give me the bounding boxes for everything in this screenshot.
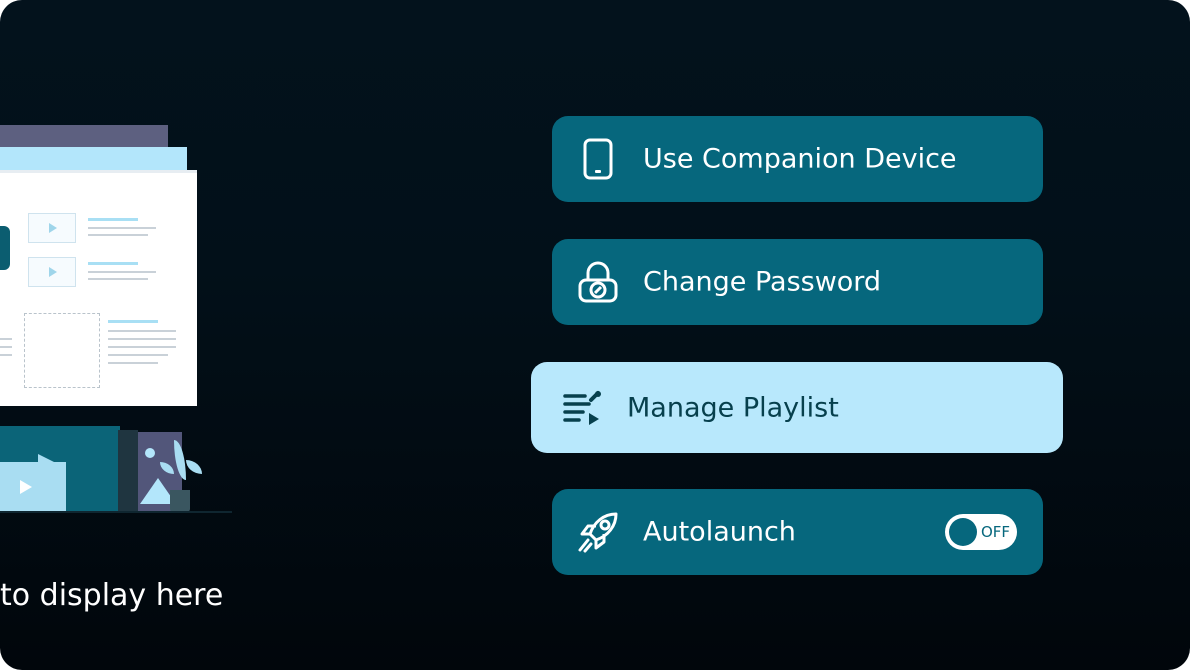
empty-state-message: to display here	[0, 578, 224, 613]
illustration-line	[0, 346, 12, 348]
toggle-state-label: OFF	[981, 523, 1011, 541]
video-folder-icon	[0, 454, 66, 512]
manage-playlist-label: Manage Playlist	[627, 392, 839, 423]
phone-icon	[576, 137, 620, 181]
autolaunch-toggle[interactable]: OFF	[945, 514, 1017, 550]
illustration-line	[108, 330, 176, 332]
illustration-line	[88, 227, 156, 229]
empty-state-illustration	[0, 0, 260, 530]
play-icon	[20, 480, 32, 494]
illustration-line	[108, 362, 158, 364]
plant-pot-icon	[170, 490, 190, 512]
illustration-person	[0, 226, 10, 270]
use-companion-device-button[interactable]: Use Companion Device	[552, 116, 1043, 202]
playlist-edit-icon	[561, 386, 605, 430]
illustration-line	[0, 354, 12, 356]
illustration-line	[88, 234, 148, 236]
toggle-knob	[949, 518, 977, 546]
illustration-floor	[0, 511, 232, 513]
video-thumbnail-icon	[28, 257, 76, 287]
illustration-line	[108, 338, 176, 340]
illustration-line	[108, 354, 168, 356]
illustration-placeholder-box	[24, 313, 100, 388]
sun-icon	[145, 448, 155, 458]
illustration-line	[0, 338, 12, 340]
use-companion-device-label: Use Companion Device	[643, 143, 957, 175]
video-thumbnail-icon	[28, 213, 76, 243]
change-password-button[interactable]: Change Password	[552, 239, 1043, 325]
plant-leaf-icon	[186, 460, 202, 474]
illustration-line	[88, 262, 138, 265]
illustration-document	[0, 170, 197, 406]
illustration-line	[88, 271, 156, 273]
change-password-label: Change Password	[643, 266, 882, 298]
manage-playlist-button[interactable]: Manage Playlist	[531, 362, 1063, 453]
lock-icon	[576, 260, 620, 304]
screen: to display here Use Companion Device Cha…	[0, 0, 1190, 670]
folder-tab	[38, 454, 54, 462]
illustration-line	[88, 278, 148, 280]
illustration-line	[108, 320, 158, 323]
autolaunch-button[interactable]: Autolaunch OFF	[552, 489, 1043, 575]
illustration-dark-slab	[118, 430, 138, 512]
illustration-line	[108, 346, 176, 348]
autolaunch-label: Autolaunch	[643, 516, 796, 548]
rocket-icon	[576, 510, 620, 554]
illustration-line	[88, 218, 138, 221]
